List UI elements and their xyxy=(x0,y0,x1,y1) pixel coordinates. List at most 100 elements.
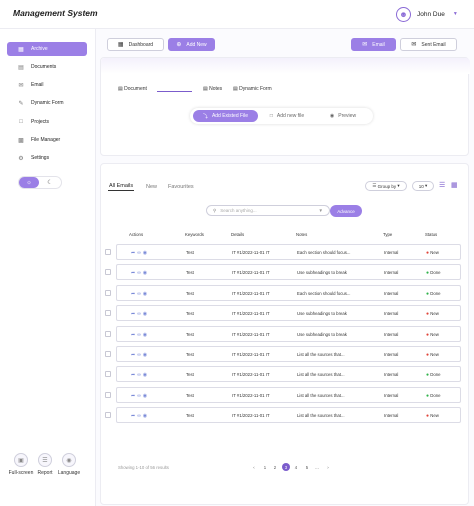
theme-toggle[interactable]: ☼ ☾ xyxy=(19,177,61,188)
email-button[interactable]: ✉ Email xyxy=(351,38,396,51)
row-actions: ➦∞◉ xyxy=(131,413,149,419)
eye-icon[interactable]: ◉ xyxy=(143,332,149,338)
user-menu[interactable]: ☻ John Due ▼ xyxy=(396,5,458,23)
row-checkbox[interactable] xyxy=(105,331,111,337)
eye-icon[interactable]: ◉ xyxy=(143,393,149,399)
cell-keyword: Test xyxy=(186,372,194,377)
table-row[interactable]: ➦∞◉ Test IT #1/2022-11-01 IT List all the s… xyxy=(116,366,461,382)
tab-new[interactable]: New xyxy=(146,184,157,190)
page-button[interactable]: 4 xyxy=(292,463,300,471)
row-checkbox[interactable] xyxy=(105,412,111,418)
add-new-file-option[interactable]: □ Add new file xyxy=(258,110,316,122)
tab-dynamic-form[interactable]: ▤ Dynamic Form xyxy=(233,86,272,92)
sidebar-item-file-manager[interactable]: ▩ File Manager xyxy=(7,133,87,147)
page-button[interactable]: 1 xyxy=(261,463,269,471)
eye-icon[interactable]: ◉ xyxy=(143,352,149,358)
status-label: New xyxy=(430,413,439,418)
cell-type: Internal xyxy=(384,393,399,398)
row-actions: ➦∞◉ xyxy=(131,393,149,399)
archive-icon: ▦ xyxy=(18,46,24,53)
group-by-select[interactable]: ☰ Group by ▾ xyxy=(365,181,407,191)
row-checkbox[interactable] xyxy=(105,351,111,357)
sent-email-button[interactable]: ✉ Sent Email xyxy=(400,38,457,51)
eye-icon[interactable]: ◉ xyxy=(143,291,149,297)
sidebar-item-settings[interactable]: ⚙ Settings xyxy=(7,151,87,165)
row-checkbox[interactable] xyxy=(105,371,111,377)
table-row[interactable]: ➦∞◉ Test IT #1/2022-11-01 IT Use subheading… xyxy=(116,305,461,321)
row-checkbox[interactable] xyxy=(105,249,111,255)
status-badge: ● New xyxy=(426,250,439,256)
table-row[interactable]: ➦∞◉ Test IT #1/2022-11-01 IT Use subheading… xyxy=(116,264,461,280)
eye-icon[interactable]: ◉ xyxy=(143,250,149,256)
cell-details: IT #1/2022-11-01 IT xyxy=(232,393,270,398)
column-notes: Notes xyxy=(296,232,308,237)
eye-icon[interactable]: ◉ xyxy=(143,413,149,419)
preview-option[interactable]: ◉ Preview xyxy=(316,110,370,122)
grid-view-icon[interactable]: ▦ xyxy=(451,182,459,189)
results-summary: Showing 1-10 of 56 results xyxy=(118,465,169,470)
email-label: Email xyxy=(372,41,385,48)
sidebar: ▦ Archive ▤ Documents ✉ Email ✎ Dynamic Form… xyxy=(0,29,96,506)
tab-favourites[interactable]: Favourites xyxy=(168,184,194,190)
page-button[interactable]: 5 xyxy=(303,463,311,471)
status-dot-icon: ● xyxy=(426,332,430,338)
user-name[interactable]: John Due xyxy=(417,11,445,18)
table-row[interactable]: ➦∞◉ Test IT #1/2022-11-01 IT Each section s… xyxy=(116,244,461,260)
next-page-button[interactable]: › xyxy=(324,463,332,471)
table-row[interactable]: ➦∞◉ Test IT #1/2022-11-01 IT List all the s… xyxy=(116,387,461,403)
page-button[interactable]: 3 xyxy=(282,463,290,471)
moon-icon[interactable]: ☾ xyxy=(39,179,61,186)
row-checkbox[interactable] xyxy=(105,310,111,316)
row-checkbox[interactable] xyxy=(105,290,111,296)
add-new-button[interactable]: ⊕ Add New xyxy=(168,38,215,51)
fullscreen-icon[interactable]: ▣ xyxy=(14,453,28,467)
list-view-icon[interactable]: ☰ xyxy=(439,182,447,189)
add-existed-file-option[interactable]: ⤵ Add Existed File xyxy=(193,110,258,122)
sidebar-item-label: Email xyxy=(31,82,44,88)
table-row[interactable]: ➦∞◉ Test IT #1/2022-11-01 IT Use subheading… xyxy=(116,326,461,342)
chevron-down-icon: ▾ xyxy=(423,183,428,188)
app-title: Management System xyxy=(13,8,98,18)
language-button[interactable]: ◉ Language xyxy=(55,453,83,476)
eye-icon[interactable]: ◉ xyxy=(143,311,149,317)
sidebar-item-dynamic-form[interactable]: ✎ Dynamic Form xyxy=(7,96,87,110)
row-actions: ➦∞◉ xyxy=(131,250,149,256)
table-row[interactable]: ➦∞◉ Test IT #1/2022-11-01 IT Each section s… xyxy=(116,285,461,301)
eye-icon[interactable]: ◉ xyxy=(143,372,149,378)
report-icon[interactable]: ☰ xyxy=(38,453,52,467)
status-badge: ● New xyxy=(426,332,439,338)
status-badge: ● Done xyxy=(426,372,441,378)
page-button[interactable]: ... xyxy=(313,463,321,471)
row-checkbox[interactable] xyxy=(105,392,111,398)
advance-button[interactable]: Advance xyxy=(330,205,362,217)
cell-details: IT #1/2022-11-01 IT xyxy=(232,413,270,418)
prev-page-button[interactable]: ‹ xyxy=(250,463,258,471)
tab-document[interactable]: ▤ Document xyxy=(118,86,147,92)
row-checkbox[interactable] xyxy=(105,269,111,275)
file-manager-icon: ▩ xyxy=(18,137,24,144)
sidebar-item-documents[interactable]: ▤ Documents xyxy=(7,60,87,74)
mail-icon: ✉ xyxy=(362,42,368,48)
sidebar-item-email[interactable]: ✉ Email xyxy=(7,78,87,92)
tab-all-emails[interactable]: All Emails xyxy=(109,183,133,189)
upload-icon: ⤵ xyxy=(202,113,208,120)
eye-icon[interactable]: ◉ xyxy=(143,270,149,276)
search-input[interactable]: ⚲ Search anything... ▼ xyxy=(206,205,330,216)
tab-notes[interactable]: ▤ Notes xyxy=(203,86,222,92)
sun-icon[interactable]: ☼ xyxy=(19,177,39,188)
dashboard-button[interactable]: ▦ Dashboard xyxy=(107,38,164,51)
sidebar-item-projects[interactable]: □ Projects xyxy=(7,115,87,129)
sidebar-item-archive[interactable]: ▦ Archive xyxy=(7,42,87,56)
user-icon[interactable]: ☻ xyxy=(396,6,411,22)
filter-icon[interactable]: ▼ xyxy=(319,208,323,213)
page-button[interactable]: 2 xyxy=(271,463,279,471)
globe-icon[interactable]: ◉ xyxy=(62,453,76,467)
sidebar-item-label: Archive xyxy=(31,46,48,52)
table-row[interactable]: ➦∞◉ Test IT #1/2022-11-01 IT List all the s… xyxy=(116,407,461,423)
status-label: New xyxy=(430,332,439,337)
per-page-select[interactable]: 10 ▾ xyxy=(412,181,434,191)
chevron-down-icon[interactable]: ▼ xyxy=(453,11,458,17)
table-row[interactable]: ➦∞◉ Test IT #1/2022-11-01 IT List all the s… xyxy=(116,346,461,362)
row-actions: ➦∞◉ xyxy=(131,270,149,276)
column-details: Details xyxy=(231,232,245,237)
